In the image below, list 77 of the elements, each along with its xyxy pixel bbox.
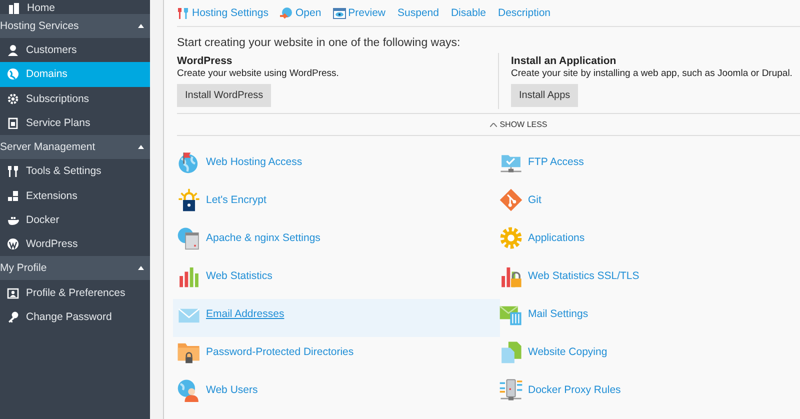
tool-link[interactable]: Web Statistics SSL/TLS bbox=[528, 270, 640, 282]
sidebar-section-header[interactable]: Hosting Services bbox=[0, 14, 150, 38]
sidebar-section-header[interactable]: Server Management bbox=[0, 135, 150, 160]
section-title: Server Management bbox=[0, 141, 96, 154]
tool-link[interactable]: Web Users bbox=[206, 384, 258, 396]
install-button[interactable]: Install WordPress bbox=[177, 84, 272, 107]
id-card-icon bbox=[7, 286, 19, 299]
toolbar-link[interactable]: Open bbox=[280, 6, 322, 20]
tool-link[interactable]: Mail Settings bbox=[528, 308, 588, 320]
tool-link[interactable]: Git bbox=[528, 194, 542, 206]
tool-link[interactable]: FTP Access bbox=[528, 156, 584, 168]
gear-icon bbox=[7, 92, 19, 105]
sidebar-item[interactable]: Service Plans bbox=[0, 110, 150, 136]
tool-link[interactable]: Website Copying bbox=[528, 346, 608, 358]
sidebar-item[interactable]: Tools & Settings bbox=[0, 159, 150, 184]
tool-item[interactable]: Email Addresses bbox=[173, 299, 500, 337]
server-arrows-icon bbox=[499, 378, 523, 402]
tool-link[interactable]: Email Addresses bbox=[206, 308, 284, 320]
circle-w-icon bbox=[7, 238, 19, 250]
key-icon bbox=[7, 310, 19, 323]
tool-item[interactable]: Web Statistics SSL/TLS bbox=[495, 261, 800, 299]
tool-item[interactable]: Web Users bbox=[173, 375, 495, 413]
padlock-icon bbox=[177, 188, 201, 212]
install-button[interactable]: Install Apps bbox=[511, 84, 578, 107]
sidebar-item[interactable]: Domains bbox=[0, 62, 150, 87]
toolbar-link[interactable]: Description bbox=[498, 7, 551, 19]
option-title: WordPress bbox=[177, 55, 232, 67]
tool-link[interactable]: Apache & nginx Settings bbox=[206, 232, 320, 244]
tool-item[interactable]: Git bbox=[495, 185, 800, 223]
tool-item[interactable]: Web Hosting Access bbox=[173, 147, 495, 185]
sidebar-item[interactable]: WordPress bbox=[0, 232, 150, 256]
toolbar-link[interactable]: Hosting Settings bbox=[177, 6, 268, 20]
person-icon bbox=[7, 44, 19, 56]
blocks-icon bbox=[7, 190, 19, 202]
tools-icon bbox=[177, 6, 190, 20]
tool-link[interactable]: Docker Proxy Rules bbox=[528, 384, 621, 396]
toolbar-link[interactable]: Suspend bbox=[398, 7, 439, 19]
toolbar-link[interactable]: Disable bbox=[450, 7, 486, 19]
show-less-toggle[interactable]: SHOW LESS bbox=[430, 120, 548, 129]
sidebar-item[interactable]: Home bbox=[0, 0, 150, 14]
diamond-branch-icon bbox=[499, 188, 523, 212]
intro-text: Start creating your website in one of the following ways: bbox=[177, 37, 462, 49]
globe-user-icon bbox=[177, 378, 201, 402]
home-icon bbox=[8, 2, 20, 14]
tools-icon bbox=[7, 165, 19, 178]
tool-link[interactable]: Let's Encrypt bbox=[206, 194, 266, 206]
sidebar-item[interactable]: Docker bbox=[0, 208, 150, 232]
tool-item[interactable]: Web Statistics bbox=[173, 261, 495, 299]
tool-item[interactable]: Let's Encrypt bbox=[173, 185, 495, 223]
globe-icon bbox=[7, 68, 19, 80]
tool-item[interactable]: Password-Protected Directories bbox=[173, 337, 495, 375]
tool-link[interactable]: Password-Protected Directories bbox=[206, 346, 354, 358]
eye-icon bbox=[333, 6, 346, 20]
section-title: Hosting Services bbox=[0, 20, 79, 32]
section-title: My Profile bbox=[0, 262, 47, 274]
sidebar-item[interactable]: Change Password bbox=[0, 304, 150, 329]
server-icon bbox=[177, 226, 201, 250]
tool-link[interactable]: Web Hosting Access bbox=[206, 156, 302, 168]
option-description: Create your site by installing a web app, such as Joomla or Drupal. bbox=[511, 68, 792, 79]
sidebar-section-header[interactable]: My Profile bbox=[0, 256, 150, 280]
clipboard-icon bbox=[7, 117, 19, 130]
sidebar-item[interactable]: Extensions bbox=[0, 183, 150, 208]
toolbar-link[interactable]: Preview bbox=[333, 6, 386, 20]
option-description: Create your website using WordPress. bbox=[177, 68, 339, 79]
gear-icon bbox=[499, 226, 523, 250]
tool-item[interactable]: Applications bbox=[495, 223, 800, 261]
tool-item[interactable]: Apache & nginx Settings bbox=[173, 223, 495, 261]
tool-link[interactable]: Web Statistics bbox=[206, 270, 272, 282]
sidebar-item[interactable]: Customers bbox=[0, 38, 150, 62]
sidebar-item[interactable]: Subscriptions bbox=[0, 86, 150, 111]
option-title: Install an Application bbox=[511, 55, 616, 67]
tool-link[interactable]: Applications bbox=[528, 232, 585, 244]
tool-item[interactable]: FTP Access bbox=[495, 147, 800, 185]
sidebar-item[interactable]: Profile & Preferences bbox=[0, 280, 150, 305]
tool-item[interactable]: Website Copying bbox=[495, 337, 800, 375]
tool-item[interactable]: Docker Proxy Rules bbox=[495, 375, 800, 413]
documents-icon bbox=[499, 340, 523, 364]
